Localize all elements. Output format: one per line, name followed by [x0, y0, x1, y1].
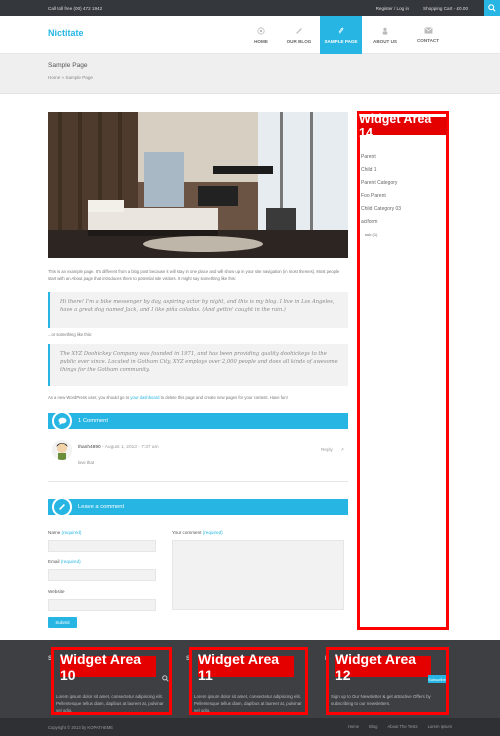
or-text: ...or something like this: — [48, 332, 92, 337]
footer-link-home[interactable]: Home — [348, 724, 359, 729]
comment-author[interactable]: thanh4890 — [78, 445, 101, 450]
nav-sample-page[interactable]: SAMPLE PAGE — [320, 16, 362, 54]
website-input[interactable] — [48, 599, 156, 611]
blockquote-1: Hi there! I'm a bike messenger by day, a… — [48, 292, 348, 328]
search-icon — [162, 675, 169, 682]
comment-text: love that — [78, 460, 94, 465]
sidebar-widget-area: Widget Area 14 Parent Child 1 Parent Cat… — [357, 111, 449, 630]
footer-link-blog[interactable]: Blog — [369, 724, 377, 729]
email-label: Email (required) — [48, 559, 81, 564]
comments-heading: 1 Comment — [78, 418, 108, 424]
register-link[interactable]: Register / Log in — [376, 6, 409, 11]
footer-widget-area-12: Widget Area 12 Subscribe Sign up to Our … — [326, 647, 449, 715]
footer-widget-11-text: Lorem ipsum dolor sit amet, consectetur … — [194, 694, 302, 713]
name-input[interactable] — [48, 540, 156, 552]
widget-area-10-label: Widget Area 10 — [60, 651, 156, 683]
nav-home-label: HOME — [254, 38, 268, 44]
nav-blog-label: OUR BLOG — [286, 38, 312, 44]
footer-link-lorem-ipsum[interactable]: Lorem Ipsum — [428, 724, 452, 729]
reply-icon: ↗ — [340, 447, 344, 452]
name-label: Name (required) — [48, 530, 82, 535]
outro-paragraph: As a new WordPress user, you should go t… — [48, 394, 348, 401]
sidebar-item-child-1[interactable]: Child 1 — [361, 163, 401, 176]
sidebar-item-foo-parent[interactable]: Foo Parent — [361, 189, 401, 202]
site-header: Nictitate HOME OUR BLOG SAMPLE PAGE ABOU… — [0, 16, 500, 54]
email-input[interactable] — [48, 569, 156, 581]
outro-end: to delete this page and create new pages… — [160, 395, 288, 400]
phone-text: Call toll free (00) 472 1942 — [48, 5, 103, 11]
search-button[interactable] — [484, 0, 500, 16]
sidebar-item-sub[interactable]: sub (1) — [361, 228, 401, 241]
blockquote-2: The XYZ Doohickey Company was founded in… — [48, 344, 348, 386]
footer-links: Home Blog About The Tests Lorem Ipsum — [338, 724, 452, 729]
comment-date: - August 1, 2013 - 7:37 am — [102, 445, 159, 450]
featured-image-bedroom — [48, 112, 348, 258]
subscribe-button[interactable]: Subscribe — [428, 675, 446, 683]
leave-comment-heading-bar: Leave a comment — [48, 497, 348, 517]
widget-area-14-label: Widget Area 14 — [359, 112, 447, 140]
comment-textarea[interactable] — [172, 540, 344, 610]
site-logo[interactable]: Nictitate — [48, 28, 84, 38]
search-icon — [488, 4, 496, 12]
footer-widget-10-text: Lorem ipsum dolor sit amet, consectetur … — [56, 694, 164, 713]
cart-link[interactable]: Shopping Cart - £0.00 — [423, 6, 468, 11]
top-bar: Call toll free (00) 472 1942 Register / … — [0, 0, 500, 16]
pencil-circle-icon — [52, 497, 72, 517]
nav-about-label: ABOUT US — [373, 38, 397, 44]
comments-heading-bar: 1 Comment — [48, 411, 348, 431]
website-label: Website — [48, 589, 65, 594]
sidebar-item-aciform[interactable]: aciform — [361, 215, 401, 228]
reply-link[interactable]: Reply — [321, 447, 333, 452]
avatar — [52, 440, 72, 460]
breadcrumb-home[interactable]: Home — [48, 75, 60, 80]
nav-sample-label: SAMPLE PAGE — [324, 38, 358, 44]
outro-start: As a new WordPress user, you should go t… — [48, 395, 130, 400]
footer-widget-area-10: Widget Area 10 Lorem ipsum dolor sit ame… — [51, 647, 172, 715]
breadcrumb: Home » Sample Page — [48, 75, 93, 80]
category-list: Parent Child 1 Parent Category Foo Paren… — [361, 150, 401, 241]
intro-paragraph: This is an example page. It's different … — [48, 269, 340, 281]
sidebar-item-child-category-03[interactable]: Child Category 03 — [361, 202, 401, 215]
breadcrumb-separator: » — [61, 75, 65, 80]
pencil-icon — [296, 27, 302, 34]
nav-home[interactable]: HOME — [244, 16, 278, 54]
comment-label: Your comment (required) — [172, 530, 223, 535]
page-heading-area: Sample Page Home » Sample Page — [0, 54, 500, 94]
home-icon — [257, 26, 265, 35]
nav-about[interactable]: ABOUT US — [366, 16, 404, 54]
bottom-bar: Copyright © 2013 by KOPATHEME Home Blog … — [0, 718, 500, 736]
nav-contact[interactable]: CONTACT — [408, 16, 448, 54]
copyright-text: Copyright © 2013 by KOPATHEME — [48, 725, 114, 730]
sidebar-item-parent[interactable]: Parent — [361, 150, 401, 163]
paperclip-icon — [338, 27, 344, 34]
nav-contact-label: CONTACT — [416, 38, 440, 43]
widget-area-12-label: Widget Area 12 — [335, 651, 431, 683]
comment-item: thanh4890 - August 1, 2013 - 7:37 am Rep… — [48, 432, 348, 482]
breadcrumb-current: Sample Page — [65, 75, 93, 80]
footer-link-about-tests[interactable]: About The Tests — [387, 724, 417, 729]
mail-icon — [423, 27, 433, 34]
footer-widget-area-11: Widget Area 11 Lorem ipsum dolor sit ame… — [189, 647, 308, 715]
widget-area-11-label: Widget Area 11 — [198, 651, 294, 683]
sidebar-item-parent-category[interactable]: Parent Category — [361, 176, 401, 189]
nav-blog[interactable]: OUR BLOG — [282, 16, 316, 54]
dashboard-link[interactable]: your dashboard — [130, 395, 159, 400]
person-icon — [382, 27, 388, 35]
comment-bubble-icon — [52, 411, 72, 431]
leave-comment-heading: Leave a comment — [78, 504, 125, 510]
main-nav: HOME OUR BLOG SAMPLE PAGE ABOUT US CONTA… — [240, 16, 448, 54]
footer-widget-12-text: Sign up to Our Newsletter & get attracti… — [331, 694, 431, 706]
submit-button[interactable]: Submit — [48, 617, 77, 628]
page-title: Sample Page — [48, 62, 88, 69]
